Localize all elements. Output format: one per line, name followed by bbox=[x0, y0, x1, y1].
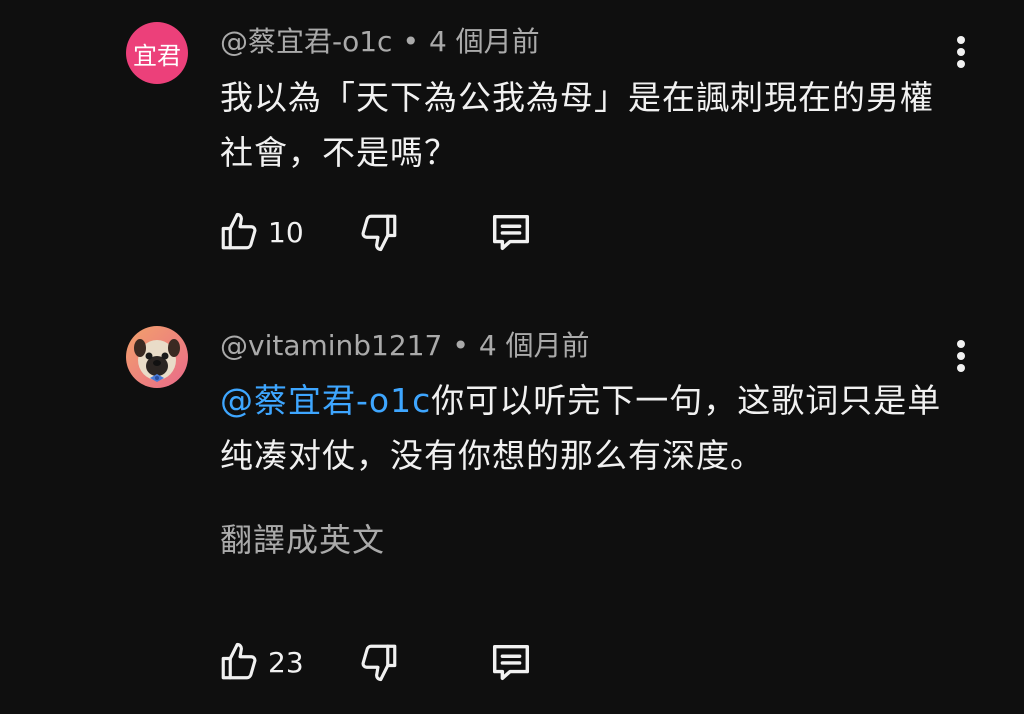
thumbs-down-icon bbox=[361, 214, 397, 252]
comment-actions: 10 bbox=[218, 210, 534, 254]
reply-button[interactable] bbox=[488, 209, 534, 255]
thumbs-up-icon bbox=[221, 212, 257, 250]
translate-button[interactable]: 翻譯成英文 bbox=[220, 515, 385, 561]
like-count: 23 bbox=[268, 645, 304, 679]
dislike-button[interactable] bbox=[358, 641, 488, 683]
thumbs-down-icon bbox=[361, 644, 397, 682]
like-count: 10 bbox=[268, 215, 304, 249]
pug-avatar-icon bbox=[126, 326, 188, 388]
avatar[interactable] bbox=[126, 326, 188, 388]
comment-time[interactable]: 4 個月前 bbox=[429, 25, 540, 58]
mention-link[interactable]: @蔡宜君-o1c bbox=[220, 381, 431, 420]
meta-separator: • bbox=[402, 25, 419, 58]
comment-text: 我以為「天下為公我為母」是在諷刺現在的男權社會，不是嗎？ bbox=[220, 78, 934, 172]
avatar[interactable]: 宜君 bbox=[126, 22, 188, 84]
avatar-initials: 宜君 bbox=[133, 41, 181, 70]
author-name[interactable]: @vitaminb1217 bbox=[220, 329, 442, 362]
reply-comment-icon bbox=[492, 644, 530, 681]
more-vertical-icon bbox=[957, 36, 965, 68]
more-vertical-icon bbox=[957, 340, 965, 372]
dislike-button[interactable] bbox=[358, 211, 488, 253]
comment-time[interactable]: 4 個月前 bbox=[479, 329, 590, 362]
like-button[interactable]: 23 bbox=[218, 641, 358, 683]
more-options-button[interactable] bbox=[944, 334, 978, 378]
reply-button[interactable] bbox=[488, 639, 534, 685]
meta-separator: • bbox=[452, 329, 469, 362]
comment-1: 宜君 @蔡宜君-o1c • 4 個月前 我以為「天下為公我為母」是在諷刺現在的男權社… bbox=[0, 0, 1024, 290]
comment-meta: @蔡宜君-o1c • 4 個月前 bbox=[220, 24, 540, 60]
comment-2: @vitaminb1217 • 4 個月前 @蔡宜君-o1c你可以听完下一句，这歌词… bbox=[0, 300, 1024, 714]
comment-actions: 23 bbox=[218, 640, 534, 684]
comment-text: @蔡宜君-o1c你可以听完下一句，这歌词只是单纯凑对仗，没有你想的那么有深度。 bbox=[220, 373, 960, 483]
reply-comment-icon bbox=[492, 214, 530, 251]
author-name[interactable]: @蔡宜君-o1c bbox=[220, 25, 392, 58]
like-button[interactable]: 10 bbox=[218, 211, 358, 253]
thumbs-up-icon bbox=[221, 642, 257, 680]
comment-meta: @vitaminb1217 • 4 個月前 bbox=[220, 328, 590, 364]
more-options-button[interactable] bbox=[944, 30, 978, 74]
